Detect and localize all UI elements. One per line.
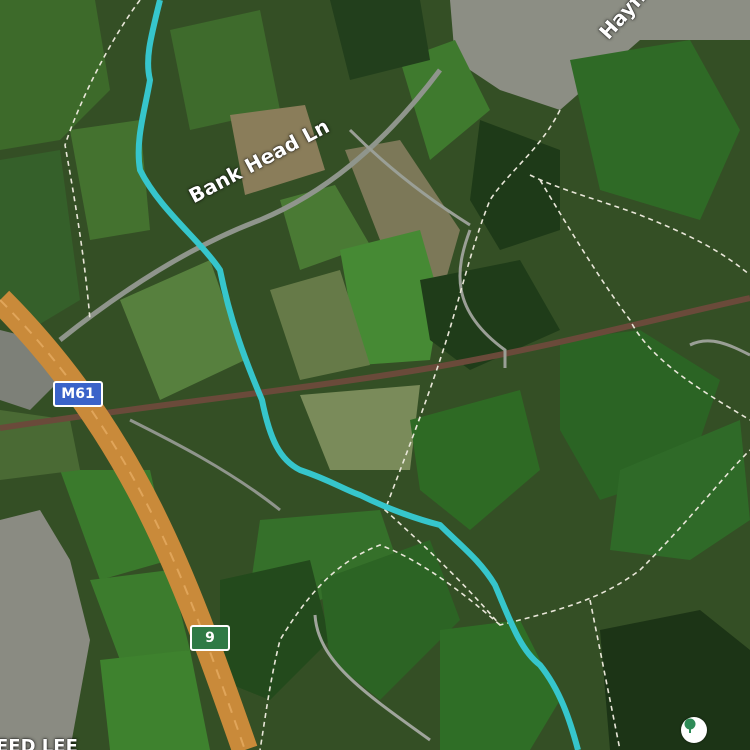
map-view[interactable]: Bank Head Ln Hayfie EED LEE M61 9 xyxy=(0,0,750,750)
tree-icon xyxy=(684,718,696,733)
park-poi-marker[interactable] xyxy=(681,717,707,743)
area-label-bottom: EED LEE xyxy=(0,736,78,750)
satellite-imagery xyxy=(0,0,750,750)
motorway-shield-m61: M61 xyxy=(53,381,103,407)
junction-shield-9: 9 xyxy=(190,625,230,651)
